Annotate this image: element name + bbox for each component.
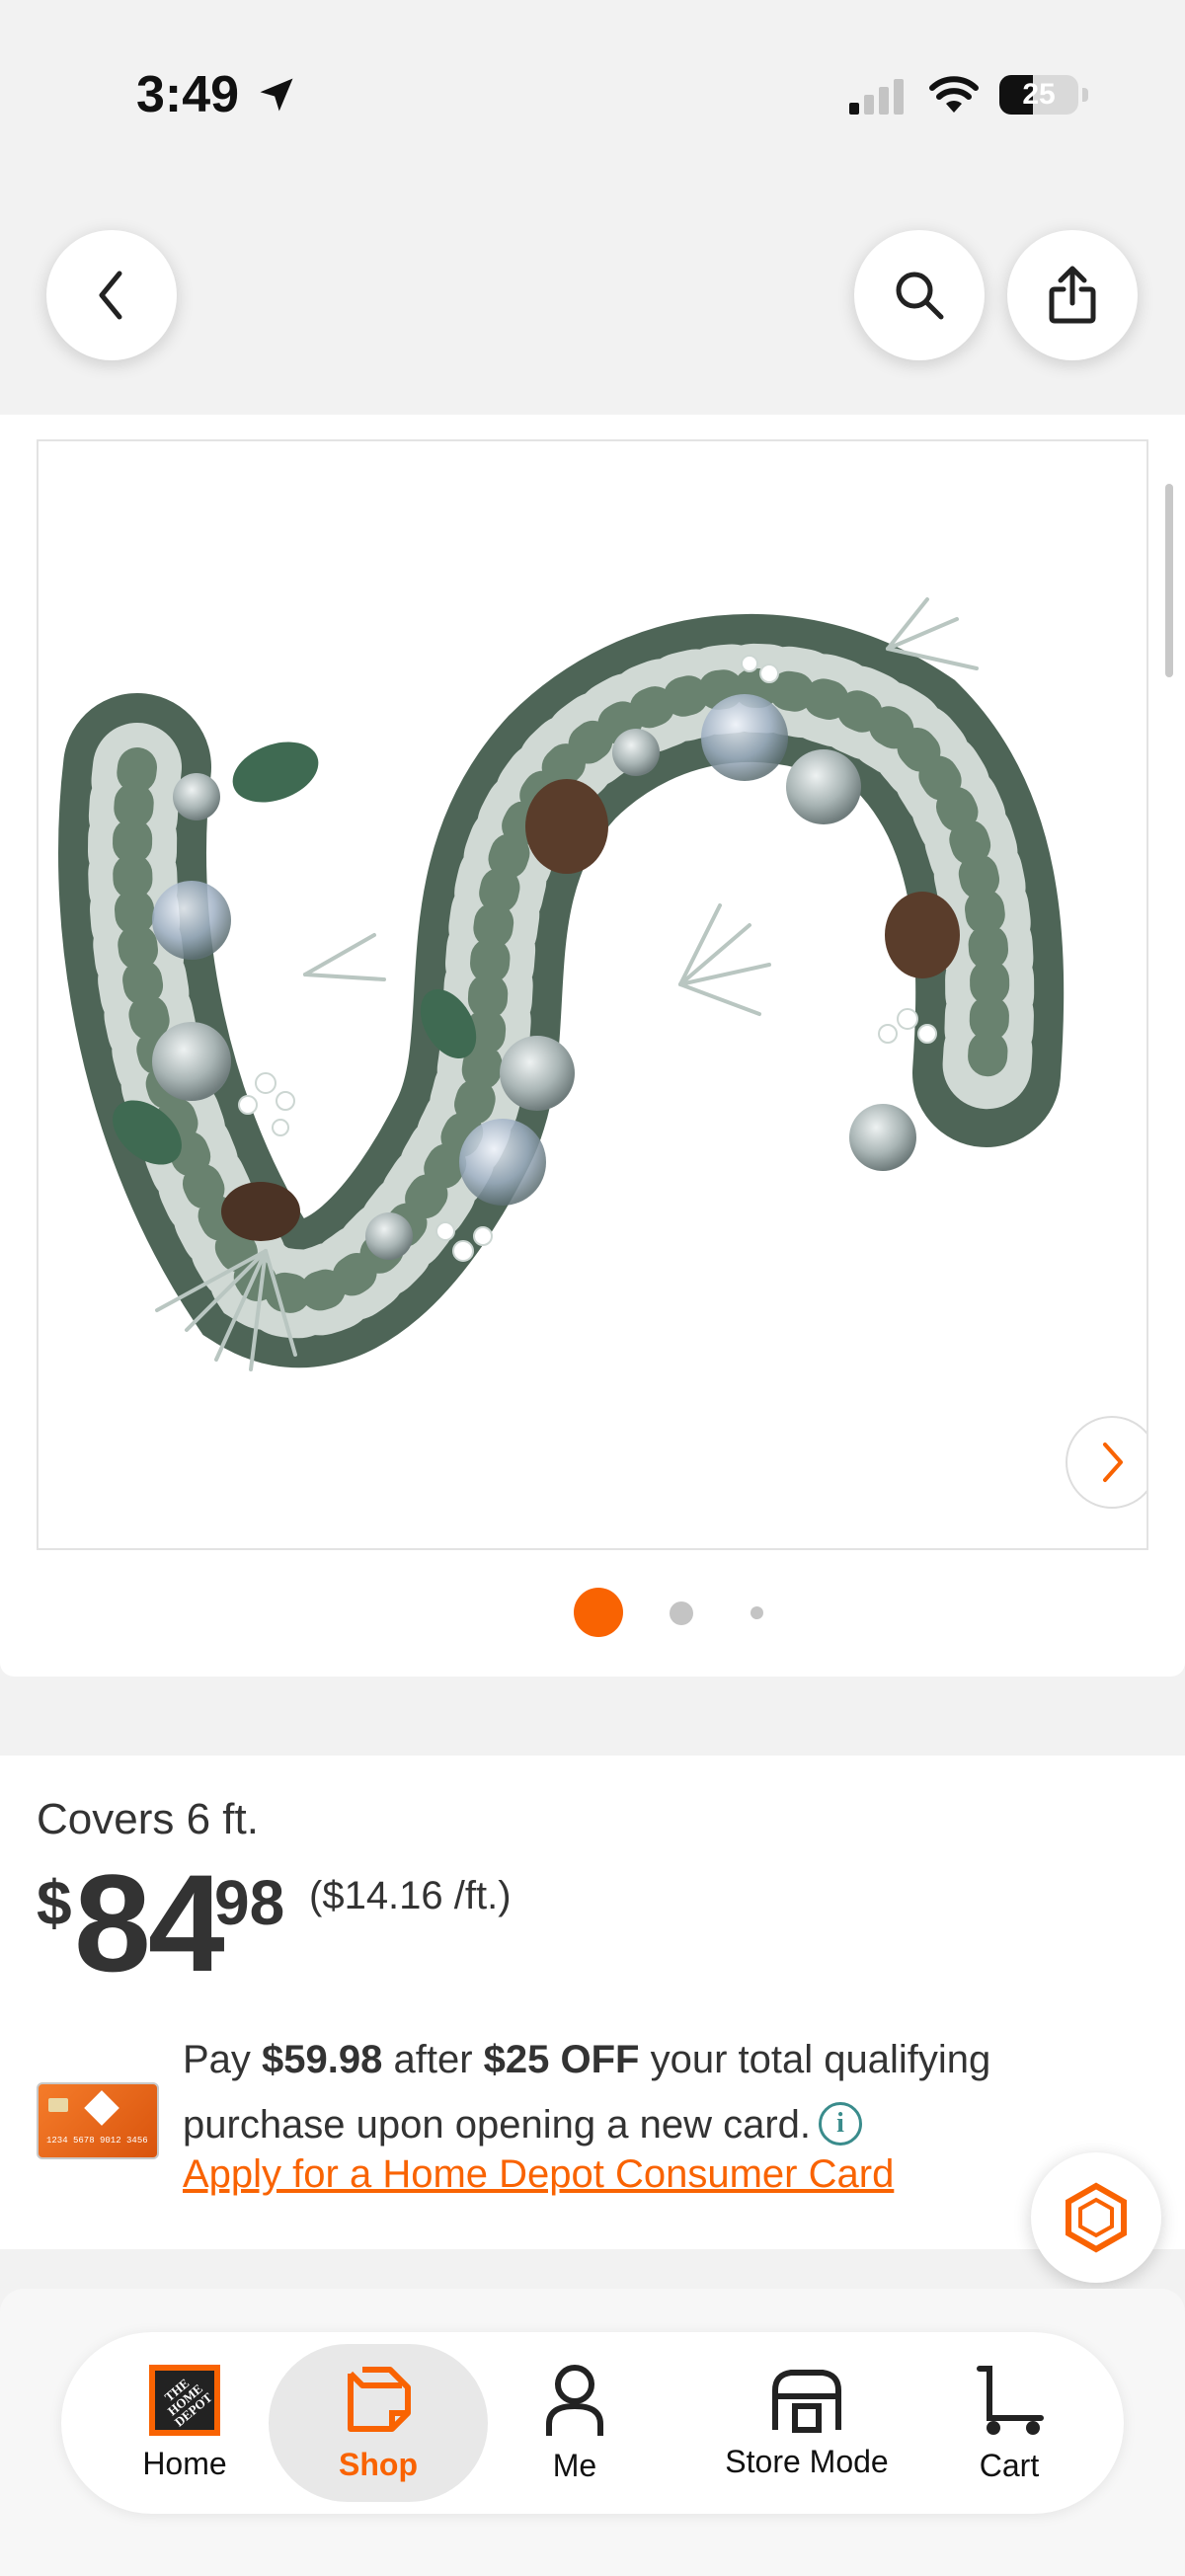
- tab-cart[interactable]: Cart: [950, 2332, 1068, 2514]
- product-image[interactable]: [37, 439, 1148, 1550]
- share-icon: [1049, 266, 1096, 324]
- pagination-dot[interactable]: [670, 1601, 693, 1625]
- tab-home[interactable]: THE HOME DEPOT Home: [120, 2332, 249, 2514]
- coverage-text: Covers 6 ft.: [37, 1795, 259, 1843]
- unit-price: ($14.16 /ft.): [309, 1874, 512, 1917]
- gallery-pagination: [0, 1588, 1185, 1637]
- back-button[interactable]: [46, 230, 177, 360]
- home-depot-logo-icon: THE HOME DEPOT: [149, 2364, 220, 2436]
- tab-label: Shop: [339, 2446, 418, 2482]
- scroll-indicator: [1165, 484, 1173, 677]
- store-icon: [772, 2369, 841, 2433]
- location-arrow-icon: [260, 78, 293, 112]
- promo-discount: $25 OFF: [483, 2038, 640, 2081]
- credit-card-image: 1234 5678 9012 3456: [37, 2082, 159, 2159]
- promo-amount-after: $59.98: [262, 2038, 383, 2081]
- shop-icon: [348, 2366, 411, 2432]
- promo-offer: Pay $59.98 after $25 OFF your total qual…: [183, 2038, 991, 2147]
- search-button[interactable]: [854, 230, 985, 360]
- tab-me[interactable]: Me: [525, 2332, 624, 2514]
- tab-label: Cart: [979, 2447, 1040, 2483]
- tab-bar: THE HOME DEPOT Home Shop Me Store Mode C…: [61, 2332, 1124, 2514]
- tab-store-mode[interactable]: Store Mode: [693, 2332, 920, 2514]
- price-dollar-sign: $: [37, 1867, 72, 1938]
- battery-indicator: 25: [999, 75, 1088, 115]
- info-icon[interactable]: i: [819, 2102, 863, 2146]
- search-icon: [896, 272, 944, 320]
- next-image-button[interactable]: [1066, 1416, 1146, 1509]
- share-button[interactable]: [1007, 230, 1138, 360]
- person-icon: [546, 2364, 603, 2436]
- product-gallery: [0, 415, 1185, 1677]
- cellular-signal-icon: [849, 79, 904, 115]
- battery-percent: 25: [1022, 78, 1056, 111]
- assistant-button[interactable]: [1031, 2152, 1161, 2283]
- wifi-icon: [929, 76, 979, 113]
- hexagon-assistant-icon: [1066, 2182, 1127, 2253]
- tab-label: Store Mode: [725, 2443, 889, 2479]
- card-number: 1234 5678 9012 3456: [46, 2136, 148, 2146]
- price-dollars: 84: [74, 1845, 225, 2000]
- price-cents: 98: [214, 1867, 285, 1938]
- apply-card-link[interactable]: Apply for a Home Depot Consumer Card: [183, 2152, 894, 2197]
- status-bar: 3:49 25: [0, 0, 1185, 188]
- tab-shop[interactable]: Shop: [269, 2344, 488, 2502]
- pagination-dot-active[interactable]: [574, 1588, 623, 1637]
- chevron-right-icon: [1103, 1443, 1123, 1482]
- status-time: 3:49: [136, 66, 240, 123]
- tab-label: Me: [552, 2447, 597, 2483]
- price-section: Covers 6 ft. $ 84 98 ($14.16 /ft.) 1234 …: [0, 1756, 1185, 2249]
- garland-image: [58, 597, 1065, 1371]
- cart-icon: [977, 2365, 1044, 2435]
- pagination-dot[interactable]: [750, 1606, 763, 1619]
- tab-label: Home: [142, 2445, 227, 2481]
- chevron-left-icon: [99, 271, 122, 320]
